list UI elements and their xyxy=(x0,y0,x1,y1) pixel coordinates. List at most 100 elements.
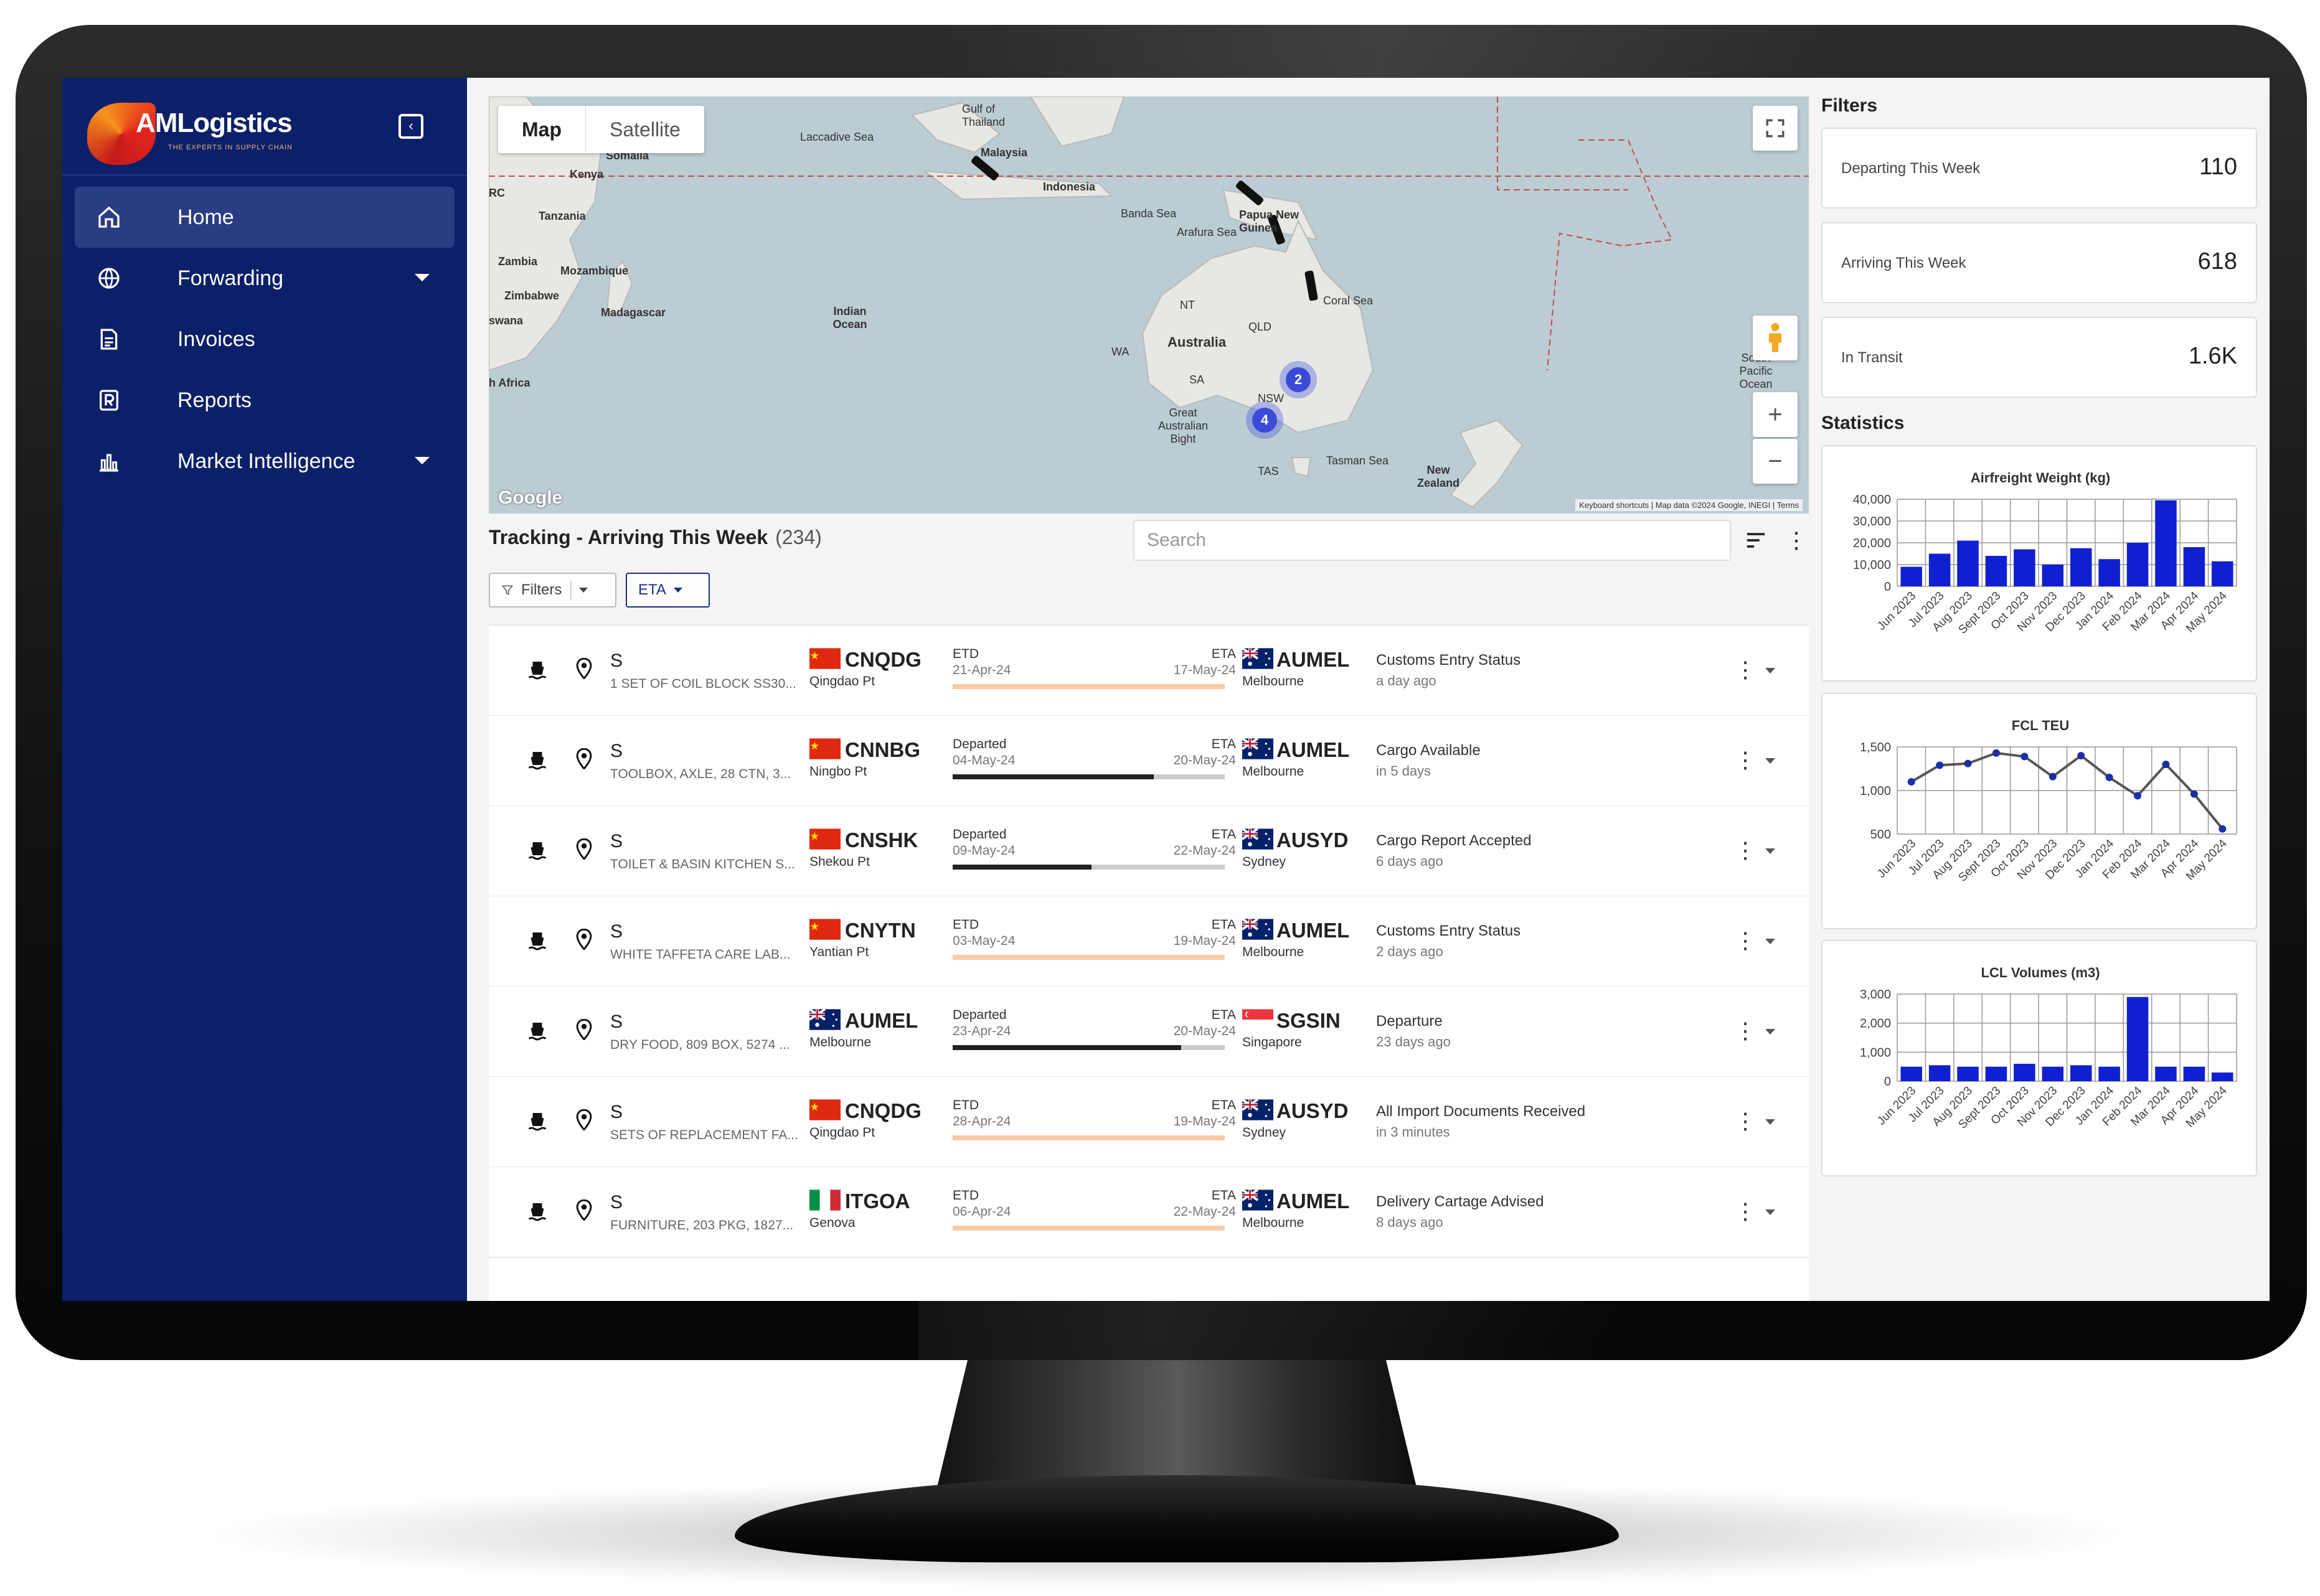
chevron-down-icon[interactable] xyxy=(579,588,588,593)
y-tick-label: 30,000 xyxy=(1853,515,1891,528)
table-row[interactable]: S FURNITURE, 203 PKG, 1827... ITGOA Genova E… xyxy=(489,1167,1809,1258)
destination-port-name: Melbourne xyxy=(1242,674,1304,688)
chevron-down-icon[interactable] xyxy=(415,457,430,464)
chevron-down-icon[interactable] xyxy=(1765,1209,1775,1215)
chart-card-airfreight[interactable]: Airfreight Weight (kg) 40,000 30,000 20,000… xyxy=(1821,445,2257,682)
bar-mark xyxy=(1928,553,1951,586)
map-label: Coral Sea xyxy=(1323,294,1374,307)
ship-icon[interactable] xyxy=(526,1199,551,1224)
location-pin-icon[interactable] xyxy=(576,1018,595,1044)
destination-port-name: Melbourne xyxy=(1242,1216,1304,1230)
location-pin-icon[interactable] xyxy=(576,838,595,863)
more-vertical-icon[interactable]: ⋮ xyxy=(1734,1108,1757,1134)
location-pin-icon[interactable] xyxy=(576,1109,595,1134)
ship-icon[interactable] xyxy=(526,1019,551,1044)
milestone-time: 2 days ago xyxy=(1376,944,1443,959)
filter-card-in-transit[interactable]: In Transit 1.6K xyxy=(1821,317,2257,398)
search-input[interactable] xyxy=(1133,520,1731,561)
location-pin-icon[interactable] xyxy=(576,657,595,683)
milestone-time: in 3 minutes xyxy=(1376,1124,1450,1140)
y-tick-label: 1,500 xyxy=(1860,741,1891,754)
bar-mark xyxy=(2126,543,2149,586)
filter-card-departing[interactable]: Departing This Week 110 xyxy=(1821,128,2257,209)
location-pin-icon[interactable] xyxy=(576,748,595,773)
map-type-satellite-button[interactable]: Satellite xyxy=(585,106,704,153)
map-label: TAS xyxy=(1258,465,1279,477)
chart-card-fcl[interactable]: FCL TEU 1,500 1,000 500 Jun 2023 Jul 2023 Aug … xyxy=(1821,693,2257,929)
destination-flag-icon xyxy=(1241,918,1273,940)
sidebar-item-label: Invoices xyxy=(177,327,255,351)
chevron-down-icon[interactable] xyxy=(1765,1119,1775,1125)
chevron-down-icon[interactable] xyxy=(1765,939,1775,944)
chevron-down-icon[interactable] xyxy=(1765,848,1775,854)
map-cluster-marker[interactable]: 2 xyxy=(1280,361,1317,398)
sort-icon[interactable] xyxy=(1743,525,1768,556)
eta-sort-button[interactable]: ETA xyxy=(626,573,710,608)
origin-port-code: CNQDG xyxy=(845,1099,922,1122)
shipment-map[interactable]: Somalia Kenya Tanzania Zambia Mozambique… xyxy=(489,96,1809,514)
location-pin-icon[interactable] xyxy=(576,1199,595,1224)
street-view-pegman-icon[interactable] xyxy=(1753,316,1798,360)
ship-icon[interactable] xyxy=(526,748,551,773)
milestone-status: Customs Entry Status xyxy=(1376,922,1521,939)
sidebar-item-reports[interactable]: Reports xyxy=(75,370,455,431)
shipment-ref: S xyxy=(610,650,623,671)
map-label: Banda Sea xyxy=(1121,207,1177,220)
zoom-in-icon[interactable]: + xyxy=(1753,392,1798,437)
origin-port-name: Ningbo Pt xyxy=(809,764,867,779)
ship-icon[interactable] xyxy=(526,658,551,683)
fullscreen-icon[interactable] xyxy=(1753,106,1798,151)
destination-flag-icon xyxy=(1241,1188,1273,1211)
chevron-down-icon[interactable] xyxy=(415,274,430,281)
more-vertical-icon[interactable]: ⋮ xyxy=(1734,657,1757,683)
brand-logo[interactable]: AMLogistics THE EXPERTS IN SUPPLY CHAIN xyxy=(87,92,336,166)
chevron-down-icon xyxy=(673,588,682,593)
voyage-progress-bar xyxy=(953,684,1225,689)
chevron-down-icon[interactable] xyxy=(1765,758,1775,764)
more-vertical-icon[interactable]: ⋮ xyxy=(1734,747,1757,773)
table-row[interactable]: S WHITE TAFFETA CARE LAB... CNYTN Yantian P… xyxy=(489,896,1809,987)
bar-mark xyxy=(2042,1066,2064,1081)
table-row[interactable]: S SETS OF REPLACEMENT FA... CNQDG Qingdao P… xyxy=(489,1077,1809,1168)
ship-icon[interactable] xyxy=(526,1109,551,1134)
map-label: Great Australian Bight xyxy=(1158,406,1209,445)
filters-button[interactable]: Filters xyxy=(489,573,616,608)
chevron-down-icon[interactable] xyxy=(1765,1029,1775,1035)
origin-port-code: CNSHK xyxy=(845,829,918,852)
location-pin-icon[interactable] xyxy=(576,928,595,954)
collapse-sidebar-icon[interactable]: ‹ xyxy=(398,114,423,139)
chevron-down-icon[interactable] xyxy=(1765,668,1775,674)
y-tick-label: 2,000 xyxy=(1860,1017,1891,1031)
filter-card-arriving[interactable]: Arriving This Week 618 xyxy=(1821,222,2257,303)
bar-mark xyxy=(2070,548,2092,586)
more-vertical-icon[interactable]: ⋮ xyxy=(1734,837,1757,863)
voyage-progress-bar xyxy=(953,865,1225,870)
chart-card-lcl[interactable]: LCL Volumes (m3) 3,000 2,000 1,000 0 Jun 2023… xyxy=(1821,940,2257,1176)
table-row[interactable]: S 1 SET OF COIL BLOCK SS30... CNQDG Qingdao… xyxy=(489,626,1809,716)
more-vertical-icon[interactable]: ⋮ xyxy=(1734,1198,1757,1224)
map-background xyxy=(489,96,1809,509)
goods-description: SETS OF REPLACEMENT FA... xyxy=(610,1128,798,1142)
sidebar-item-invoices[interactable]: Invoices xyxy=(75,309,455,370)
tracking-list: S 1 SET OF COIL BLOCK SS30... CNQDG Qingdao… xyxy=(489,624,1809,1301)
zoom-out-icon[interactable]: − xyxy=(1753,439,1798,484)
sidebar-item-label: Home xyxy=(177,205,234,229)
table-row[interactable]: S DRY FOOD, 809 BOX, 5274 ... AUMEL Melbour… xyxy=(489,987,1809,1077)
sidebar-item-home[interactable]: Home xyxy=(75,187,455,248)
airfreight-chart: Airfreight Weight (kg) 40,000 30,000 20,000… xyxy=(1853,470,2237,637)
map-label: swana xyxy=(489,314,524,327)
map-cluster-marker[interactable]: 4 xyxy=(1246,401,1283,439)
sidebar-item-market-intelligence[interactable]: Market Intelligence xyxy=(75,431,455,492)
map-type-map-button[interactable]: Map xyxy=(498,106,585,153)
line-point xyxy=(2021,753,2029,761)
more-vertical-icon[interactable]: ⋮ xyxy=(1734,1018,1757,1044)
ship-icon[interactable] xyxy=(526,838,551,863)
sidebar-item-forwarding[interactable]: Forwarding xyxy=(75,248,455,309)
more-vertical-icon[interactable]: ⋮ xyxy=(1784,525,1809,556)
more-vertical-icon[interactable]: ⋮ xyxy=(1734,927,1757,954)
table-row[interactable]: S TOOLBOX, AXLE, 28 CTN, 3... CNNBG Ningbo … xyxy=(489,716,1809,807)
map-attribution[interactable]: Keyboard shortcuts | Map data ©2024 Goog… xyxy=(1575,499,1803,511)
table-row[interactable]: S TOILET & BASIN KITCHEN S... CNSHK Shekou … xyxy=(489,806,1809,897)
goods-description: 1 SET OF COIL BLOCK SS30... xyxy=(610,677,796,691)
ship-icon[interactable] xyxy=(526,929,551,954)
